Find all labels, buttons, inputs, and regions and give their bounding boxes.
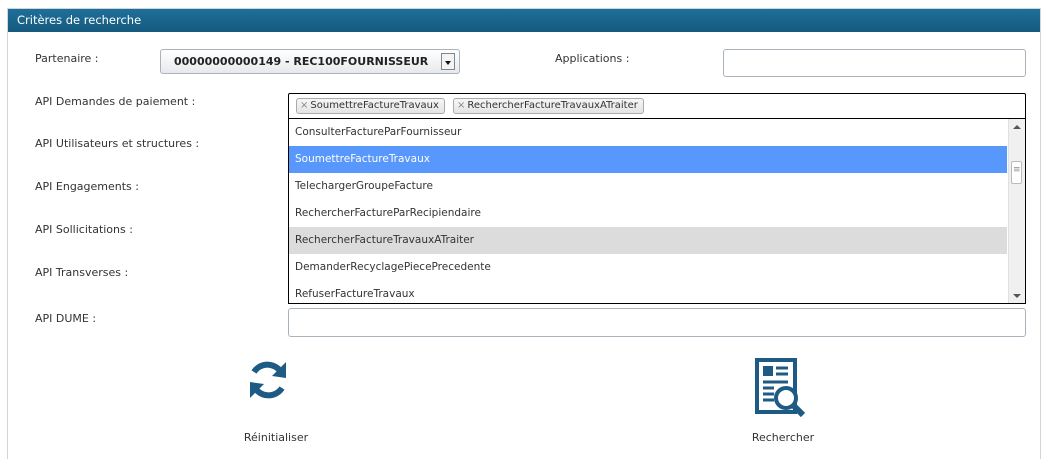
dropdown-option[interactable]: ConsulterFactureParFournisseur xyxy=(289,119,1007,146)
remove-tag-icon[interactable]: × xyxy=(457,100,465,111)
partenaire-label: Partenaire : xyxy=(35,52,99,65)
selected-tag[interactable]: × SoumettreFactureTravaux xyxy=(296,98,445,114)
chevron-down-icon[interactable] xyxy=(441,53,455,70)
dropdown-option-selected[interactable]: SoumettreFactureTravaux xyxy=(289,146,1007,173)
api-utilisateurs-label: API Utilisateurs et structures : xyxy=(35,137,200,150)
selected-tag-label: SoumettreFactureTravaux xyxy=(310,100,439,111)
applications-label: Applications : xyxy=(555,52,630,65)
dropdown-option[interactable]: RefuserFactureTravaux xyxy=(289,281,1007,303)
api-engagements-label: API Engagements : xyxy=(35,180,139,193)
applications-input[interactable] xyxy=(723,49,1026,77)
search-button[interactable] xyxy=(748,354,818,424)
api-transverses-label: API Transverses : xyxy=(35,266,129,279)
selected-tag[interactable]: × RechercherFactureTravauxATraiter xyxy=(453,98,644,114)
reset-button[interactable] xyxy=(238,354,298,404)
api-demandes-paiement-multiselect[interactable]: × SoumettreFactureTravaux × RechercherFact… xyxy=(288,93,1026,119)
dropdown-scrollbar[interactable] xyxy=(1008,119,1025,303)
document-search-icon xyxy=(755,358,806,418)
api-dume-input[interactable] xyxy=(288,308,1026,337)
remove-tag-icon[interactable]: × xyxy=(300,100,308,111)
scroll-up-icon[interactable] xyxy=(1013,125,1021,129)
api-dume-label: API DUME : xyxy=(35,312,97,325)
api-demandes-paiement-label: API Demandes de paiement : xyxy=(35,95,196,108)
panel-title: Critères de recherche xyxy=(8,9,1040,32)
partenaire-select[interactable]: 00000000000149 - REC100FOURNISSEUR xyxy=(160,49,460,74)
selected-tag-label: RechercherFactureTravauxATraiter xyxy=(467,100,638,111)
scrollbar-thumb[interactable] xyxy=(1011,161,1022,184)
dropdown-option[interactable]: DemanderRecyclagePiecePrecedente xyxy=(289,254,1007,281)
api-sollicitations-label: API Sollicitations : xyxy=(35,223,133,236)
search-criteria-panel: Critères de recherche Partenaire : 00000… xyxy=(7,8,1041,459)
partenaire-select-value: 00000000000149 - REC100FOURNISSEUR xyxy=(174,55,429,68)
dropdown-option[interactable]: RechercherFactureParRecipiendaire xyxy=(289,200,1007,227)
api-options-dropdown: ConsulterFactureParFournisseur Soumettre… xyxy=(288,119,1026,304)
dropdown-option-hovered[interactable]: RechercherFactureTravauxATraiter xyxy=(289,227,1007,254)
dropdown-option[interactable]: TelechargerGroupeFacture xyxy=(289,173,1007,200)
scroll-down-icon[interactable] xyxy=(1013,294,1021,298)
refresh-icon xyxy=(250,361,286,399)
